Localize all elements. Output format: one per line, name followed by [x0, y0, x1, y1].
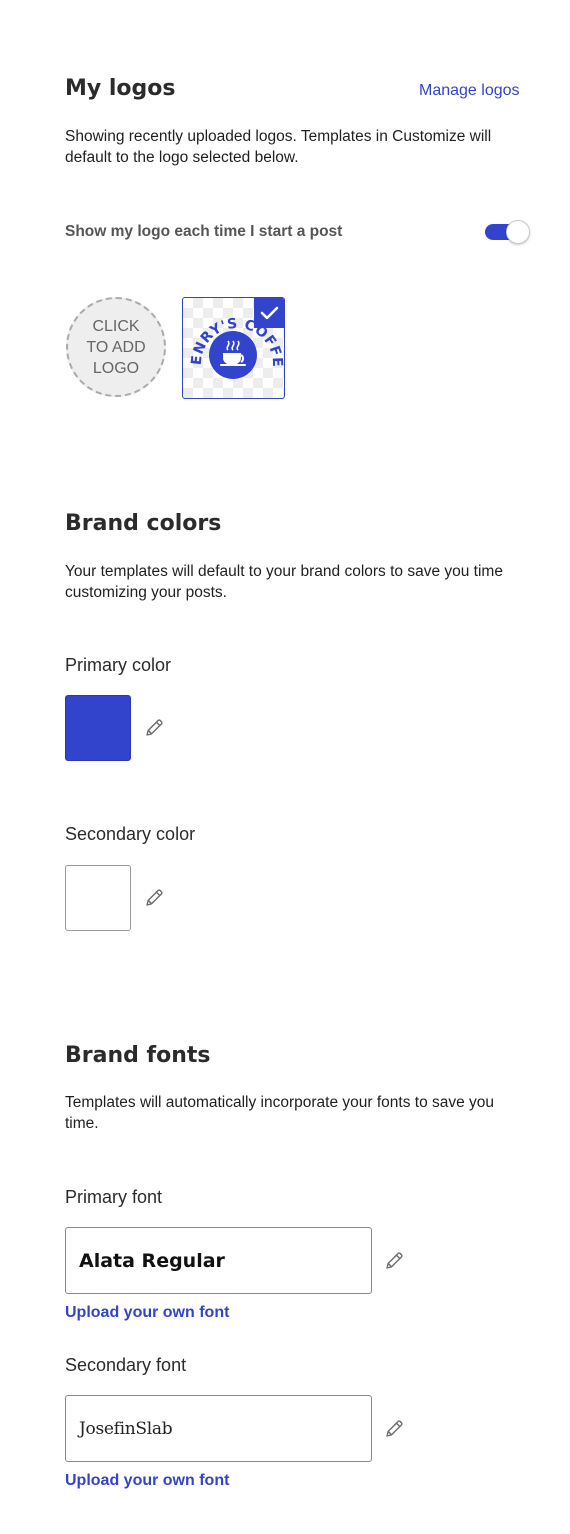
brand-colors-title: Brand colors	[65, 511, 222, 536]
check-icon	[260, 306, 279, 320]
add-logo-button[interactable]: CLICK TO ADD LOGO	[66, 297, 166, 397]
logos-title: My logos	[65, 76, 176, 101]
selected-logo-tile[interactable]: HENRY'S COFFEE	[182, 297, 285, 399]
secondary-font-value: JosefinSlab	[79, 1418, 173, 1439]
primary-color-swatch[interactable]	[65, 695, 131, 761]
brand-fonts-description: Templates will automatically incorporate…	[65, 1094, 495, 1132]
selected-check-badge	[254, 298, 284, 328]
toggle-knob	[506, 220, 530, 244]
pencil-icon[interactable]	[383, 1418, 405, 1440]
primary-font-label: Primary font	[65, 1187, 163, 1207]
secondary-upload-font-link[interactable]: Upload your own font	[65, 1472, 229, 1490]
primary-font-field[interactable]: Alata Regular	[65, 1227, 372, 1294]
show-logo-toggle-label: Show my logo each time I start a post	[65, 223, 343, 240]
pencil-icon[interactable]	[143, 717, 165, 739]
logos-description: Showing recently uploaded logos. Templat…	[65, 128, 492, 166]
secondary-font-label: Secondary font	[65, 1355, 187, 1375]
primary-font-value: Alata Regular	[79, 1249, 225, 1272]
pencil-icon[interactable]	[143, 887, 165, 909]
pencil-icon[interactable]	[383, 1250, 405, 1272]
primary-upload-font-link[interactable]: Upload your own font	[65, 1304, 229, 1322]
secondary-color-label: Secondary color	[65, 824, 196, 844]
primary-color-label: Primary color	[65, 655, 172, 675]
brand-fonts-title: Brand fonts	[65, 1043, 211, 1068]
manage-logos-link[interactable]: Manage logos	[419, 82, 520, 100]
secondary-font-field[interactable]: JosefinSlab	[65, 1395, 372, 1462]
brand-colors-description: Your templates will default to your bran…	[65, 563, 503, 601]
add-logo-text: CLICK TO ADD LOGO	[86, 317, 146, 377]
secondary-color-swatch[interactable]	[65, 865, 131, 931]
show-logo-toggle[interactable]	[485, 220, 531, 244]
